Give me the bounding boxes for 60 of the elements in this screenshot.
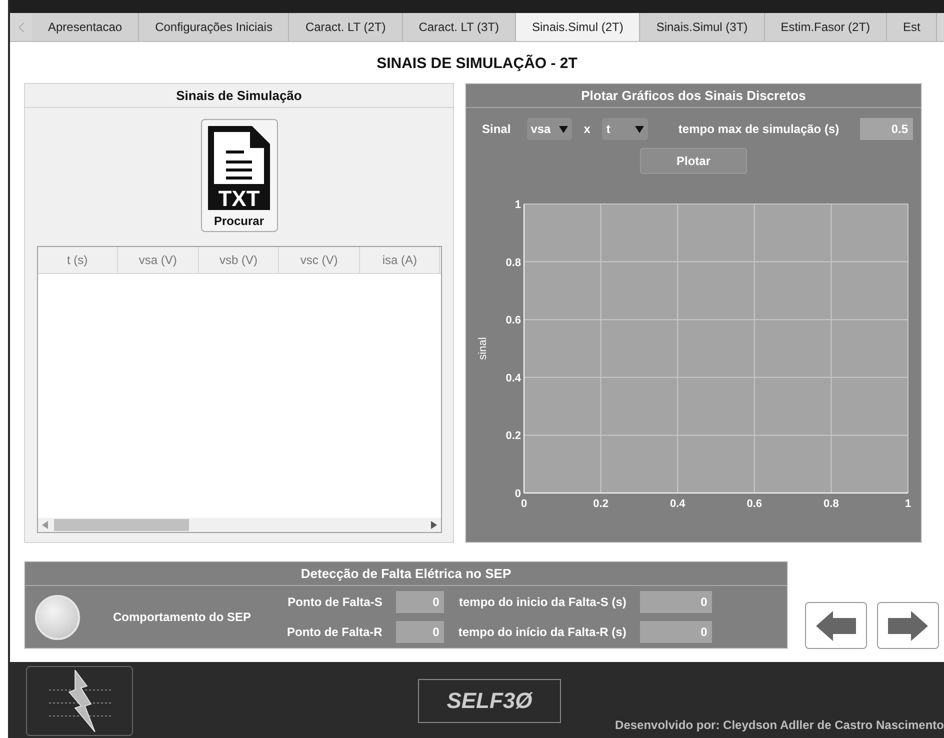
brand-logo: SELF3Ø	[418, 679, 561, 723]
plot-button[interactable]: Plotar	[640, 148, 747, 174]
x-tick-label: 0.4	[670, 498, 686, 510]
browse-button[interactable]: TXT Procurar	[200, 119, 278, 232]
tab[interactable]: Estim.Fasor (2T)	[764, 13, 888, 41]
y-axis-label: sinal	[477, 337, 489, 360]
left-arrow-icon	[816, 610, 856, 640]
fault-point-label: Ponto de Falta-S	[288, 595, 382, 609]
x-tick-label: 0.2	[593, 498, 608, 510]
logo-button[interactable]	[26, 666, 133, 736]
fault-time-label: tempo do início da Falta-R (s)	[458, 625, 626, 639]
column-header[interactable]: vsc (V)	[279, 247, 360, 273]
y-tick-label: 1	[514, 199, 521, 211]
x-tick-label: 0.8	[824, 498, 839, 510]
caret-icon	[635, 126, 644, 132]
fault-point-label: Ponto de Falta-R	[287, 625, 382, 639]
panel-title: Sinais de Simulação	[25, 84, 453, 108]
tab[interactable]: Sinais.Simul (3T)	[640, 13, 765, 41]
x-label: x	[584, 122, 590, 136]
lamp-label: Comportamento do SEP	[113, 610, 252, 624]
txt-file-icon: TXT	[206, 124, 272, 212]
tab[interactable]: Configurações Iniciais	[139, 13, 290, 41]
column-header[interactable]: t (s)	[38, 247, 118, 273]
x-dropdown[interactable]: t	[602, 118, 648, 140]
scroll-right-icon[interactable]	[430, 521, 436, 529]
tab[interactable]: Caract. LT (3T)	[402, 13, 516, 41]
panel-title: Plotar Gráficos dos Sinais Discretos	[466, 84, 921, 108]
fault-time-field[interactable]: 0	[640, 591, 712, 613]
fault-point-field[interactable]: 0	[396, 591, 444, 613]
tmax-label: tempo max de simulação (s)	[678, 122, 840, 136]
status-lamp	[35, 594, 80, 640]
column-header[interactable]: vsb (V)	[198, 247, 280, 273]
right-arrow-icon	[888, 610, 928, 640]
fault-time-label: tempo do inicio da Falta-S (s)	[459, 595, 626, 609]
x-tick-label: 0.6	[746, 498, 762, 510]
horizontal-scrollbar[interactable]	[38, 518, 440, 532]
y-tick-label: 0.2	[506, 430, 521, 442]
fault-point-field[interactable]: 0	[396, 621, 444, 643]
tab[interactable]: Est	[887, 13, 938, 41]
panel-title: Detecção de Falta Elétrica no SEP	[25, 562, 787, 586]
y-tick-label: 0.8	[506, 256, 521, 269]
back-button[interactable]	[805, 602, 867, 649]
signal-dropdown[interactable]: vsa	[526, 118, 572, 140]
tab[interactable]: Sinais.Simul (2T)	[516, 13, 640, 41]
caret-icon	[558, 126, 568, 132]
column-header[interactable]: vsa (V)	[118, 247, 199, 273]
next-button[interactable]	[877, 602, 939, 649]
tab[interactable]: Caract. LT (2T)	[289, 13, 403, 41]
fault-time-field[interactable]: 0	[640, 621, 712, 643]
y-tick-label: 0	[514, 488, 521, 500]
credit-text: Desenvolvido por: Cleydson Adller de Castro Nascimento	[615, 718, 944, 732]
tmax-field[interactable]: 0.5	[860, 118, 913, 140]
tab[interactable]: Apresentacao	[32, 13, 140, 41]
signal-label: Sinal	[482, 122, 511, 136]
x-tick-label: 0	[520, 498, 528, 510]
y-tick-label: 0.4	[506, 372, 521, 384]
page-title: SINAIS DE SIMULAÇÃO - 2T	[376, 54, 578, 74]
x-tick-label: 1	[904, 498, 912, 510]
column-header[interactable]: isa (A)	[360, 247, 440, 273]
y-tick-label: 0.6	[506, 314, 521, 327]
